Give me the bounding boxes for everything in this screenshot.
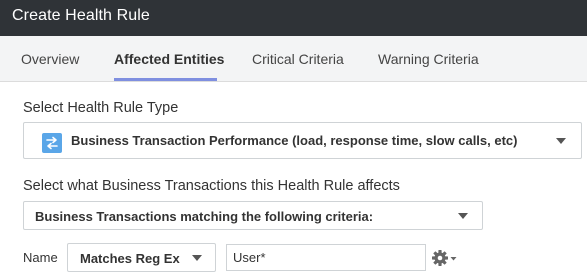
gear-icon [432, 250, 457, 266]
window-title: Create Health Rule [12, 7, 150, 24]
gear-menu-button[interactable] [431, 248, 461, 268]
affects-value: Business Transactions matching the follo… [35, 209, 374, 224]
chevron-down-icon [458, 213, 468, 219]
name-label: Name [23, 250, 58, 265]
business-transaction-icon [42, 133, 62, 153]
tab-bar: Overview Affected Entities Critical Crit… [0, 36, 587, 82]
affects-label: Select what Business Transactions this H… [23, 178, 400, 194]
caret-down-icon [450, 257, 457, 261]
health-rule-type-value: Business Transaction Performance (load, … [71, 133, 518, 148]
tab-warning-criteria[interactable]: Warning Criteria [378, 51, 479, 67]
tab-critical-criteria[interactable]: Critical Criteria [252, 51, 344, 67]
title-bar: Create Health Rule [0, 0, 587, 36]
affects-select[interactable]: Business Transactions matching the follo… [23, 201, 483, 230]
match-type-select[interactable]: Matches Reg Ex [67, 243, 216, 272]
name-pattern-input[interactable] [226, 244, 426, 271]
chevron-down-icon [192, 255, 202, 261]
tab-overview[interactable]: Overview [21, 51, 79, 67]
chevron-down-icon [556, 138, 566, 144]
health-rule-type-label: Select Health Rule Type [23, 100, 179, 116]
active-tab-indicator [114, 78, 217, 81]
match-type-value: Matches Reg Ex [80, 251, 180, 266]
tab-affected-entities[interactable]: Affected Entities [114, 51, 224, 67]
health-rule-type-select[interactable]: Business Transaction Performance (load, … [23, 122, 582, 159]
